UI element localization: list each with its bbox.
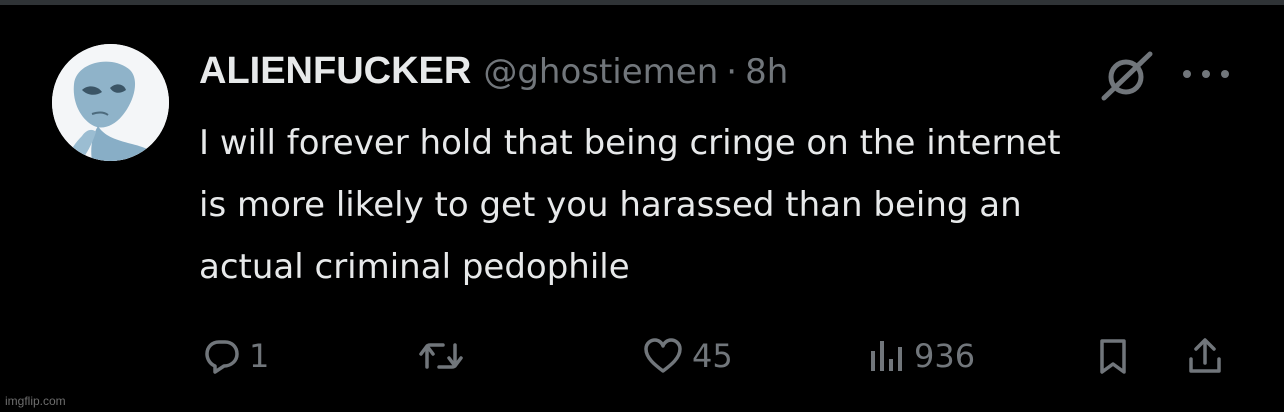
meta-separator: · [726, 52, 738, 92]
view-count: 936 [914, 337, 976, 375]
tweet-header: ALIENFUCKER @ghostiemen · 8h [199, 50, 788, 96]
like-count: 45 [692, 337, 733, 375]
bookmark-icon [1100, 339, 1126, 374]
share-button[interactable] [1186, 334, 1224, 378]
bookmark-button[interactable] [1094, 334, 1132, 378]
timestamp[interactable]: 8h [745, 52, 788, 92]
alien-avatar-image [52, 44, 169, 161]
top-divider [0, 0, 1284, 5]
retweet-button[interactable] [418, 334, 472, 378]
more-icon[interactable] [1183, 60, 1229, 88]
tweet-text: I will forever hold that being cringe on… [199, 123, 1061, 287]
reply-icon [205, 340, 239, 374]
like-button[interactable]: 45 [642, 334, 733, 378]
more-dot [1202, 70, 1210, 78]
more-dot [1183, 70, 1191, 78]
tweet-meta: @ghostiemen · 8h [483, 52, 788, 92]
avatar[interactable] [52, 44, 169, 161]
reply-count: 1 [249, 337, 270, 375]
display-name[interactable]: ALIENFUCKER [199, 50, 471, 93]
grok-icon[interactable] [1098, 50, 1156, 102]
retweet-icon [419, 343, 463, 369]
handle[interactable]: @ghostiemen [483, 52, 718, 92]
views-icon [871, 341, 902, 371]
more-dot [1221, 70, 1229, 78]
views-button[interactable]: 936 [868, 334, 975, 378]
watermark: imgflip.com [5, 394, 66, 408]
reply-button[interactable]: 1 [203, 334, 269, 378]
heart-icon [644, 338, 682, 373]
share-icon [1189, 338, 1221, 373]
